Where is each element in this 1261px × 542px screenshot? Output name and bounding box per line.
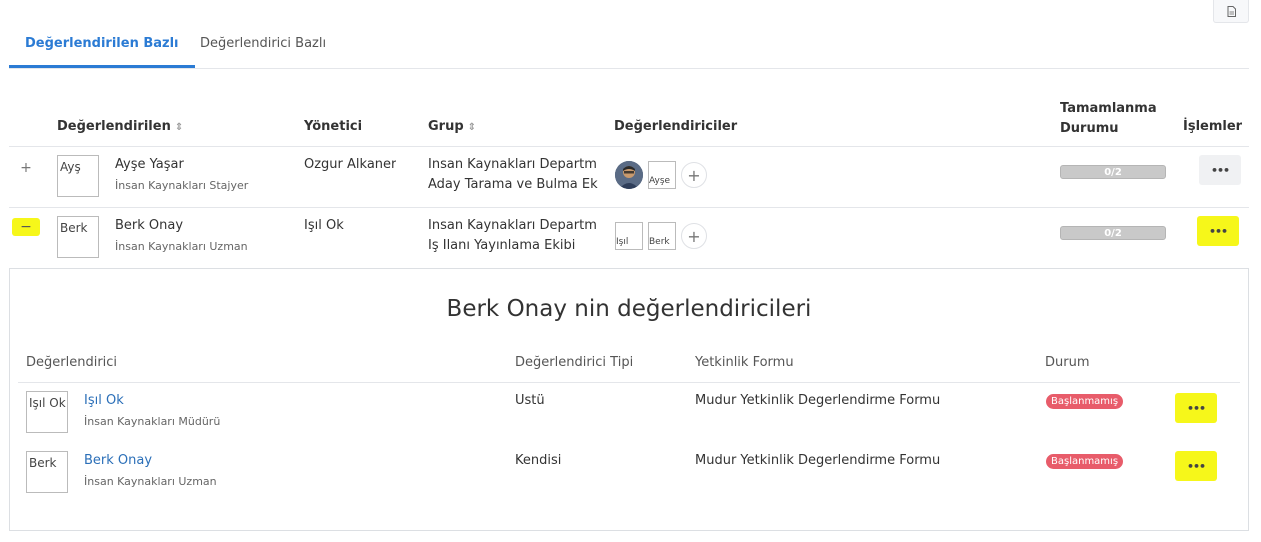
person-photo-icon bbox=[615, 161, 643, 189]
evaluator-avatar[interactable]: Berk bbox=[648, 222, 676, 250]
row-actions-button[interactable]: ••• bbox=[1199, 155, 1241, 185]
header-group-label: Grup bbox=[428, 119, 464, 134]
tab-evaluated-based[interactable]: Değerlendirilen Bazlı bbox=[9, 24, 195, 68]
avatar: Ayş bbox=[57, 155, 99, 197]
export-button[interactable] bbox=[1213, 0, 1249, 23]
group-team: İş İlanı Yayınlama Ekibi bbox=[428, 238, 576, 253]
header-evaluators: Değerlendiriciler bbox=[614, 119, 738, 134]
evaluator-avatar[interactable]: Ayşe bbox=[648, 161, 676, 189]
evaluated-name: Ayşe Yaşar bbox=[115, 157, 184, 172]
avatar: Berk bbox=[57, 216, 99, 258]
detail-header-type: Değerlendirici Tipi bbox=[515, 355, 634, 370]
group-department: İnsan Kaynakları Departm bbox=[428, 218, 597, 233]
row-actions-button[interactable]: ••• bbox=[1197, 216, 1239, 246]
header-actions: İşlemler bbox=[1183, 119, 1243, 134]
avatar: Berk bbox=[26, 451, 68, 493]
evaluated-title: İnsan Kaynakları Uzman bbox=[115, 240, 248, 253]
detail-header-form: Yetkinlik Formu bbox=[695, 355, 794, 370]
document-icon bbox=[1227, 5, 1236, 17]
plus-icon: + bbox=[687, 226, 701, 246]
tab-bar: Değerlendirilen Bazlı Değerlendirici Baz… bbox=[9, 24, 1249, 69]
detail-title: Berk Onay nin değerlendiricileri bbox=[446, 296, 812, 322]
evaluators-detail-panel: Berk Onay nin değerlendiricileri Değerle… bbox=[9, 268, 1249, 531]
completion-progress: 0/2 bbox=[1060, 226, 1166, 240]
detail-header-evaluator: Değerlendirici bbox=[26, 355, 118, 370]
header-manager: Yönetici bbox=[304, 119, 363, 134]
evaluator-actions-button[interactable]: ••• bbox=[1175, 451, 1217, 481]
status-badge: Başlanmamış bbox=[1046, 394, 1124, 409]
detail-header-status: Durum bbox=[1045, 355, 1090, 370]
sort-icon: ⇕ bbox=[174, 122, 184, 133]
row-divider bbox=[9, 207, 1249, 208]
more-icon: ••• bbox=[1186, 459, 1206, 473]
header-divider bbox=[9, 146, 1249, 147]
more-icon: ••• bbox=[1208, 224, 1228, 238]
competency-form: Mudur Yetkinlik Degerlendirme Formu bbox=[695, 393, 941, 408]
evaluator-type: Kendisi bbox=[515, 453, 562, 468]
header-completion: Tamamlanma Durumu bbox=[1060, 101, 1157, 136]
plus-icon: + bbox=[687, 165, 701, 185]
evaluator-type: Üstü bbox=[515, 393, 545, 408]
header-group[interactable]: Grup ⇕ bbox=[428, 119, 476, 134]
add-evaluator-button[interactable]: + bbox=[681, 223, 707, 249]
status-badge: Başlanmamış bbox=[1046, 454, 1124, 469]
minus-icon: − bbox=[20, 219, 32, 235]
evaluator-avatar[interactable]: Işıl bbox=[615, 222, 643, 250]
tab-evaluator-based[interactable]: Değerlendirici Bazlı bbox=[184, 24, 342, 66]
more-icon: ••• bbox=[1186, 401, 1206, 415]
competency-form: Mudur Yetkinlik Degerlendirme Formu bbox=[695, 453, 941, 468]
avatar: Işıl Ok bbox=[26, 391, 68, 433]
manager-name: Özgur Alkaner bbox=[304, 157, 397, 172]
header-evaluated[interactable]: Değerlendirilen ⇕ bbox=[57, 119, 183, 134]
detail-header-divider bbox=[18, 382, 1240, 383]
completion-progress: 0/2 bbox=[1060, 165, 1166, 179]
evaluator-name-link[interactable]: Berk Onay bbox=[84, 453, 152, 468]
evaluated-name: Berk Onay bbox=[115, 218, 184, 233]
group-team: Aday Tarama ve Bulma Ek bbox=[428, 177, 598, 192]
evaluator-title: İnsan Kaynakları Uzman bbox=[84, 475, 217, 488]
collapse-row-button[interactable]: − bbox=[12, 218, 40, 236]
add-evaluator-button[interactable]: + bbox=[681, 162, 707, 188]
group-department: İnsan Kaynakları Departm bbox=[428, 157, 597, 172]
manager-name: Işıl Ok bbox=[304, 218, 344, 233]
evaluator-title: İnsan Kaynakları Müdürü bbox=[84, 415, 221, 428]
evaluator-photo[interactable] bbox=[615, 161, 643, 189]
evaluator-actions-button[interactable]: ••• bbox=[1175, 393, 1217, 423]
header-evaluated-label: Değerlendirilen bbox=[57, 119, 171, 134]
expand-row-button[interactable]: + bbox=[19, 161, 33, 175]
evaluator-name-link[interactable]: Işıl Ok bbox=[84, 393, 124, 408]
evaluated-title: İnsan Kaynakları Stajyer bbox=[115, 179, 249, 192]
sort-icon: ⇕ bbox=[467, 122, 477, 133]
more-icon: ••• bbox=[1210, 163, 1230, 177]
